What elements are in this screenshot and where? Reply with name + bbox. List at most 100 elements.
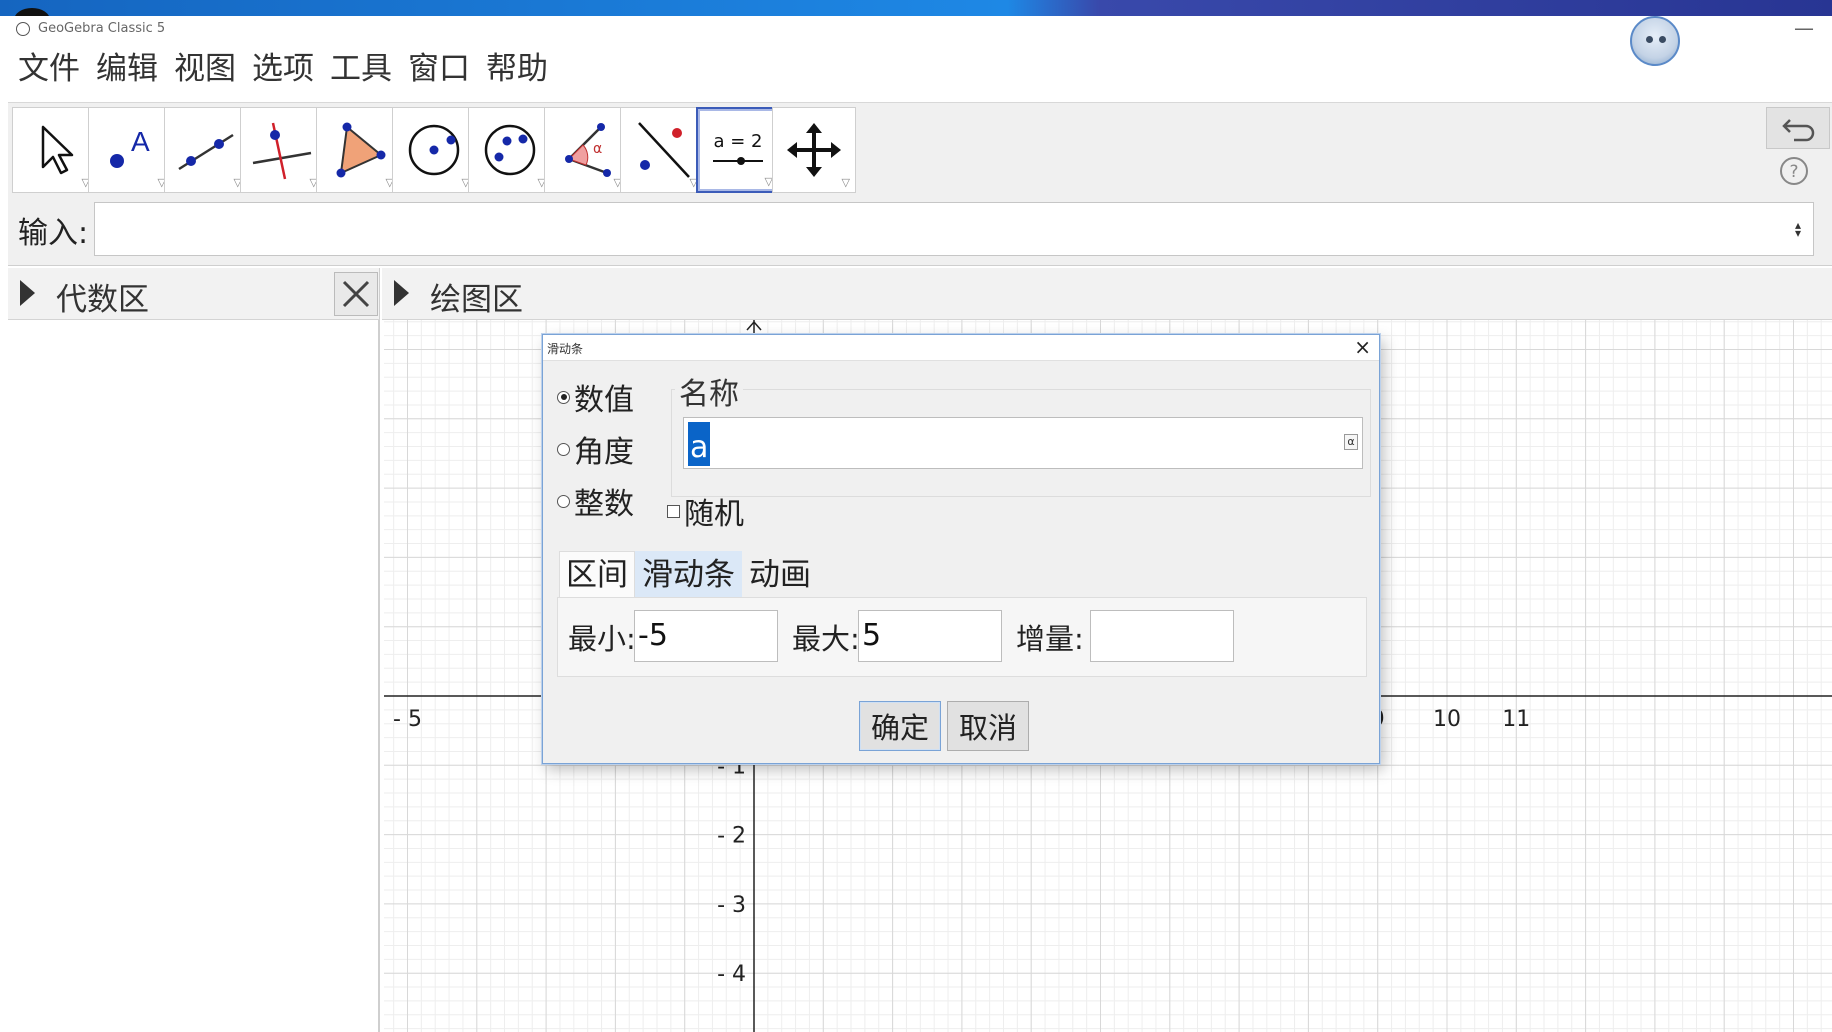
polygon-icon (336, 122, 386, 178)
cancel-button[interactable]: 取消 (947, 701, 1029, 751)
graphics-view-title: 绘图区 (430, 282, 523, 318)
move-graphics-tool[interactable]: ▽ (772, 107, 856, 193)
slider-tool-label: a = 2 (713, 131, 762, 152)
max-input[interactable]: 5 (858, 610, 1002, 662)
y-tick-label: - 2 (717, 824, 746, 849)
radio-angle-dot[interactable] (557, 442, 570, 456)
tool-menu-triangle-icon: ▽ (841, 176, 850, 189)
input-label: 输入: (18, 216, 89, 251)
perpendicular-tool[interactable]: ▽ (240, 107, 324, 193)
point-tool[interactable]: A ▽ (88, 107, 172, 193)
radio-angle-label: 角度 (574, 435, 634, 470)
help-icon: ? (1780, 157, 1808, 185)
random-option[interactable]: 随机 (667, 489, 744, 533)
avatar-eye (1659, 36, 1666, 43)
minimize-icon[interactable]: — (1794, 16, 1814, 40)
svg-text:?: ? (1789, 162, 1798, 182)
angle-tool[interactable]: α ▽ (544, 107, 628, 193)
reflect-icon (638, 122, 690, 178)
point-icon: A (110, 126, 150, 168)
toolbar: ▽ A ▽ ▽ ▽ ▽ ▽ ▽ α ▽ ▽ a = 2 ▽ ▽ ? (8, 102, 1832, 210)
graphics-view-header: 绘图区 (382, 268, 1832, 320)
undo-button[interactable] (1766, 107, 1830, 149)
interval-panel: 最小: -5 最大: 5 增量: (557, 597, 1367, 677)
radio-integer-dot[interactable] (557, 494, 570, 508)
name-group-label: 名称 (675, 369, 743, 413)
x-tick-label: - 5 (393, 707, 422, 732)
tab-slider[interactable]: 滑动条 (635, 551, 742, 599)
reflect-tool[interactable]: ▽ (620, 107, 704, 193)
ellipse-icon (484, 124, 536, 176)
menu-tools[interactable]: 工具 (326, 46, 396, 92)
arrow-pointer-icon (41, 125, 74, 175)
radio-angle[interactable]: 角度 (557, 427, 634, 471)
expand-algebra-icon[interactable] (20, 280, 35, 306)
geogebra-logo-icon (16, 22, 30, 36)
circle-tool[interactable]: ▽ (392, 107, 476, 193)
expand-graphics-icon[interactable] (394, 280, 409, 306)
menu-file[interactable]: 文件 (14, 46, 84, 92)
slider-tool[interactable]: a = 2 ▽ (696, 107, 780, 193)
polygon-tool[interactable]: ▽ (316, 107, 400, 193)
slider-icon: a = 2 (713, 131, 763, 165)
name-input-value: a (688, 422, 711, 466)
window-title: GeoGebra Classic 5 (38, 21, 166, 36)
random-checkbox[interactable] (667, 504, 680, 518)
y-tick-label: - 4 (717, 962, 746, 987)
radio-integer-label: 整数 (574, 487, 634, 522)
min-input[interactable]: -5 (634, 610, 778, 662)
ok-button[interactable]: 确定 (859, 701, 941, 751)
menu-options[interactable]: 选项 (248, 46, 318, 92)
geogebra-window: GeoGebra Classic 5 — 文件 编辑 视图 选项 工具 窗口 帮… (8, 16, 1832, 1032)
close-algebra-view-button[interactable] (334, 272, 378, 316)
svg-text:α: α (593, 141, 602, 157)
title-bar: GeoGebra Classic 5 — (8, 16, 1832, 42)
line-icon (178, 133, 234, 171)
radio-integer[interactable]: 整数 (557, 479, 634, 523)
move-tool[interactable]: ▽ (12, 107, 96, 193)
min-label: 最小: (568, 622, 636, 656)
random-label: 随机 (684, 497, 744, 532)
radio-number-label: 数值 (574, 383, 634, 418)
menu-window[interactable]: 窗口 (404, 46, 474, 92)
radio-number[interactable]: 数值 (557, 375, 634, 419)
x-tick-label: 11 (1502, 707, 1530, 732)
perpendicular-line-icon (252, 122, 312, 180)
increment-label: 增量: (1016, 622, 1084, 656)
dialog-close-button[interactable]: × (1354, 335, 1371, 359)
y-tick-label: - 3 (717, 893, 746, 918)
taskbar-strip (0, 0, 1832, 32)
menu-help[interactable]: 帮助 (482, 46, 552, 92)
max-label: 最大: (792, 622, 860, 656)
input-bar: 输入: ▴ ▾ (8, 196, 1832, 266)
slider-dialog: 滑动条 × 数值 角度 整数 名称 a α 随机 区间 滑动条 动画 最小: -… (542, 334, 1380, 764)
increment-input[interactable] (1090, 610, 1234, 662)
x-tick-label: 10 (1433, 707, 1461, 732)
input-field[interactable]: ▴ ▾ (94, 202, 1814, 256)
tab-animation[interactable]: 动画 (742, 551, 818, 599)
input-spinner-icon[interactable]: ▴ ▾ (1795, 219, 1801, 239)
menu-view[interactable]: 视图 (170, 46, 240, 92)
tab-interval[interactable]: 区间 (559, 551, 635, 599)
name-input[interactable]: a α (683, 417, 1363, 469)
assistant-avatar-icon[interactable] (1630, 16, 1680, 66)
algebra-view-title: 代数区 (56, 282, 149, 318)
radio-number-dot[interactable] (557, 390, 570, 404)
angle-icon: α (565, 123, 611, 177)
line-tool[interactable]: ▽ (164, 107, 248, 193)
svg-text:A: A (131, 126, 150, 157)
avatar-eye (1646, 36, 1653, 43)
algebra-view-header: 代数区 (8, 268, 380, 320)
help-button[interactable]: ? (1778, 155, 1810, 187)
conic-tool[interactable]: ▽ (468, 107, 552, 193)
close-icon (342, 280, 370, 308)
menu-edit[interactable]: 编辑 (92, 46, 162, 92)
circle-icon (408, 124, 460, 176)
undo-icon (1782, 119, 1815, 142)
dialog-title-bar: 滑动条 × (543, 335, 1379, 361)
alpha-symbol-button[interactable]: α (1344, 434, 1358, 450)
move-arrows-icon (787, 123, 841, 177)
algebra-view[interactable] (8, 320, 380, 1032)
menu-bar: 文件 编辑 视图 选项 工具 窗口 帮助 (8, 46, 552, 92)
dialog-title: 滑动条 (547, 342, 584, 356)
